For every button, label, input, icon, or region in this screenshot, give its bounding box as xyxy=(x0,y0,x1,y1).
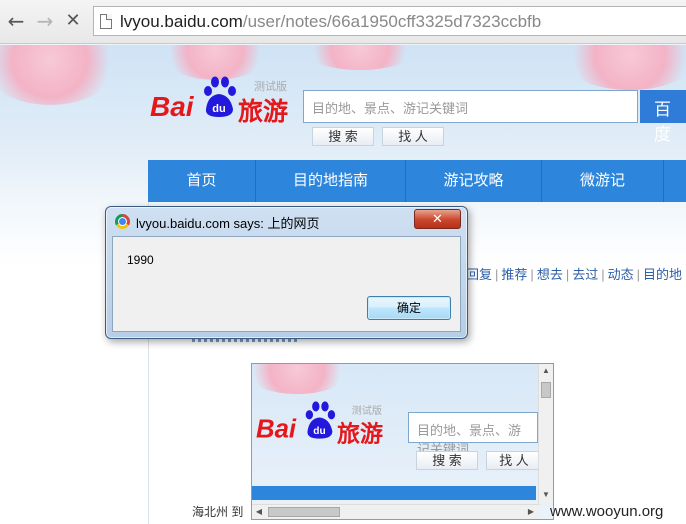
scroll-right-arrow-icon[interactable]: ▶ xyxy=(524,505,538,519)
logo-du-text: du xyxy=(313,426,325,437)
blossom-decoration xyxy=(560,45,686,90)
nav-item-home[interactable]: 首页 xyxy=(148,160,256,202)
iframe-logo[interactable]: Bai du 旅游 测试版 xyxy=(256,400,385,447)
ok-button[interactable]: 确定 xyxy=(367,296,451,320)
forward-arrow-icon[interactable]: → xyxy=(34,9,56,33)
embedded-iframe[interactable]: Bai du 旅游 测试版 目的地、景点、游记关键词 搜 索 找 人 ▲ ▼ ◀… xyxy=(251,363,554,520)
logo-lvyou-text: 旅游 xyxy=(336,421,383,447)
subnav-item-reply[interactable]: 回复 xyxy=(466,267,492,282)
logo-beta-label: 测试版 xyxy=(351,405,383,417)
subnav: 回复 | 推荐 | 想去 | 去过 | 动态 | 目的地 xyxy=(466,267,683,282)
chrome-icon xyxy=(115,214,130,229)
logo-lvyou-text: 旅游 xyxy=(238,98,289,126)
browser-toolbar: ← → ✕ lvyou.baidu.com/user/notes/66a1950… xyxy=(0,0,686,44)
iframe-navbar xyxy=(252,486,536,500)
back-arrow-icon[interactable]: ← xyxy=(5,9,27,33)
blossom-decoration xyxy=(252,364,352,394)
scroll-down-arrow-icon[interactable]: ▼ xyxy=(539,488,553,502)
iframe-horizontal-scrollbar[interactable]: ◀ ▶ xyxy=(252,504,540,519)
alert-message: 1990 xyxy=(127,253,154,267)
search-button[interactable]: 搜 索 xyxy=(312,127,374,146)
scroll-left-arrow-icon[interactable]: ◀ xyxy=(252,505,266,519)
blossom-decoration xyxy=(300,45,420,70)
baidu-lvyou-logo[interactable]: Bai du 旅游 测试版 xyxy=(150,75,290,126)
subnav-item-visited[interactable]: 去过 xyxy=(572,267,598,282)
find-people-button[interactable]: 找 人 xyxy=(382,127,444,146)
paw-icon: du xyxy=(204,76,236,117)
location-text: 海北州 到 xyxy=(192,505,244,519)
search-input[interactable]: 目的地、景点、游记关键词 xyxy=(303,90,638,123)
main-navbar: 首页 目的地指南 游记攻略 微游记 xyxy=(148,160,686,202)
subnav-item-destination[interactable]: 目的地 xyxy=(643,267,682,282)
watermark: www.wooyun.org xyxy=(550,503,664,520)
iframe-search-button[interactable]: 搜 索 xyxy=(416,451,478,470)
stop-x-icon[interactable]: ✕ xyxy=(62,9,84,33)
logo-bai-text: Bai xyxy=(256,414,297,444)
page-icon xyxy=(100,14,112,29)
address-bar[interactable]: lvyou.baidu.com/user/notes/66a1950cff332… xyxy=(93,6,686,36)
url-text[interactable]: lvyou.baidu.com/user/notes/66a1950cff332… xyxy=(120,12,541,32)
blossom-decoration xyxy=(0,45,120,105)
paw-icon: du xyxy=(305,401,336,439)
alert-dialog: lvyou.baidu.com says: 上的网页 ✕ 1990 确定 xyxy=(105,206,468,339)
scroll-thumb[interactable] xyxy=(541,382,551,398)
nav-item-travel-notes[interactable]: 游记攻略 xyxy=(406,160,542,202)
baidu-search-button[interactable]: 百度 xyxy=(640,90,686,144)
iframe-search-input[interactable]: 目的地、景点、游记关键词 xyxy=(408,412,538,457)
scroll-thumb[interactable] xyxy=(268,507,340,517)
url-host: lvyou.baidu.com xyxy=(120,12,243,31)
subnav-item-activity[interactable]: 动态 xyxy=(608,267,634,282)
nav-item-destination-guide[interactable]: 目的地指南 xyxy=(256,160,406,202)
logo-beta-label: 测试版 xyxy=(254,81,287,93)
dialog-title: lvyou.baidu.com says: 上的网页 xyxy=(136,216,320,231)
logo-du-text: du xyxy=(212,103,225,115)
nav-item-micro-notes[interactable]: 微游记 xyxy=(542,160,664,202)
close-icon: ✕ xyxy=(432,211,443,226)
scroll-up-arrow-icon[interactable]: ▲ xyxy=(539,364,553,378)
iframe-vertical-scrollbar[interactable]: ▲ ▼ xyxy=(538,364,553,504)
close-button[interactable]: ✕ xyxy=(414,209,461,229)
subnav-item-recommend[interactable]: 推荐 xyxy=(501,267,527,282)
subnav-item-want[interactable]: 想去 xyxy=(537,267,563,282)
logo-bai-text: Bai xyxy=(150,91,194,122)
url-path: /user/notes/66a1950cff3325d7323ccbfb xyxy=(242,12,542,31)
iframe-find-people-button[interactable]: 找 人 xyxy=(486,451,542,470)
dialog-body: 1990 确定 xyxy=(112,236,461,332)
